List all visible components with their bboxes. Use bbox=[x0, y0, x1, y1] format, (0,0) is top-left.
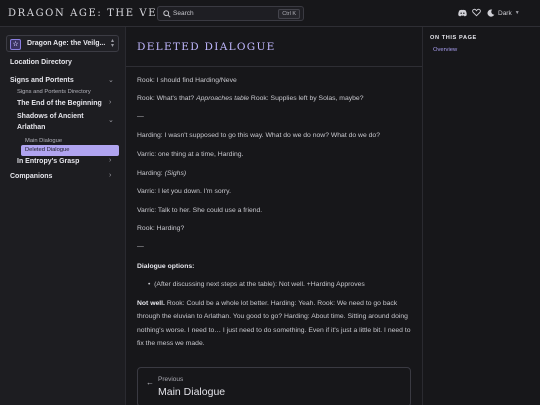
sidebar-item-main-dialogue[interactable]: Main Dialogue bbox=[25, 138, 62, 144]
site-selector-label: Dragon Age: the Veilg... bbox=[27, 40, 106, 47]
site-selector[interactable]: ✫ Dragon Age: the Veilg... ▴ ▾ bbox=[6, 35, 119, 52]
sidebar-item-shadows-of-ancient-arlathan[interactable]: Shadows of Ancient bbox=[17, 113, 84, 120]
chevron-right-icon[interactable]: › bbox=[109, 172, 111, 179]
theme-label: Dark bbox=[498, 9, 512, 17]
sidebar-item-end-of-the-beginning[interactable]: The End of the Beginning bbox=[17, 100, 102, 107]
chevron-down-icon[interactable]: ⌄ bbox=[108, 76, 114, 84]
search-shortcut: Ctrl K bbox=[278, 9, 300, 19]
search-placeholder: Search bbox=[173, 10, 194, 17]
dialogue-text: Rook: Could be a whole lot better. Hardi… bbox=[137, 300, 411, 347]
heading-text: Dialogue options: bbox=[137, 263, 195, 270]
sidebar-item-in-entropys-grasp[interactable]: In Entropy's Grasp bbox=[17, 158, 79, 165]
dialogue-line: Varric: I let you down. I'm sorry. bbox=[137, 188, 231, 195]
page-title: DELETED DIALOGUE bbox=[137, 41, 276, 53]
chevron-right-icon[interactable]: › bbox=[109, 157, 111, 164]
sidebar: ✫ Dragon Age: the Veilg... ▴ ▾ Location D… bbox=[0, 27, 126, 405]
dialogue-line: Varric: one thing at a time, Harding. bbox=[137, 151, 244, 158]
theme-selector[interactable]: Dark ▼ bbox=[487, 8, 520, 18]
dialogue-line: Rook: Harding? bbox=[137, 225, 185, 232]
chevron-down-icon: ▼ bbox=[514, 10, 520, 16]
dialogue-line: Harding: I wasn't supposed to go this wa… bbox=[137, 132, 380, 139]
sidebar-item-signs-and-portents-directory[interactable]: Signs and Portents Directory bbox=[17, 89, 91, 95]
search-icon bbox=[163, 10, 171, 18]
previous-title: Main Dialogue bbox=[158, 386, 226, 398]
search-box[interactable]: Search Ctrl K bbox=[157, 6, 304, 21]
table-of-contents: ON THIS PAGE Overview bbox=[422, 27, 540, 405]
previous-page-link[interactable]: ← Previous Main Dialogue bbox=[137, 367, 411, 405]
main-content: DELETED DIALOGUE Rook: I should find Har… bbox=[126, 27, 422, 405]
stage-direction: Approaches table bbox=[196, 95, 250, 102]
toc-heading: ON THIS PAGE bbox=[430, 35, 477, 41]
dialogue-paragraph: Not well. Rook: Could be a whole lot bet… bbox=[137, 297, 415, 350]
sidebar-item-signs-and-portents[interactable]: Signs and Portents bbox=[10, 77, 74, 84]
dialogue-line: Harding: (Sighs) bbox=[137, 170, 186, 177]
site-logo-icon: ✫ bbox=[10, 39, 21, 50]
sidebar-item-label: Deleted Dialogue bbox=[25, 147, 70, 153]
chevron-down-icon[interactable]: ⌄ bbox=[108, 116, 114, 124]
arrow-left-icon: ← bbox=[146, 378, 154, 387]
discord-icon[interactable] bbox=[458, 9, 467, 17]
divider bbox=[126, 66, 422, 67]
sidebar-item-companions[interactable]: Companions bbox=[10, 173, 52, 180]
sidebar-item-deleted-dialogue[interactable]: Deleted Dialogue bbox=[21, 145, 119, 156]
dialogue-text: Rook: What's that? bbox=[137, 95, 195, 102]
chevron-right-icon[interactable]: › bbox=[109, 99, 111, 106]
dialogue-text: Harding: bbox=[137, 170, 163, 177]
dialogue-line: Varric: Talk to her. She could use a fri… bbox=[137, 207, 263, 214]
dialogue-text: Rook: Supplies left by Solas, maybe? bbox=[250, 95, 364, 102]
dialogue-line: Rook: I should find Harding/Neve bbox=[137, 77, 237, 84]
stage-direction: (Sighs) bbox=[164, 170, 187, 177]
moon-icon bbox=[487, 9, 495, 17]
toc-link-overview[interactable]: Overview bbox=[433, 47, 457, 53]
top-bar: DRAGON AGE: THE VEILGUARD Search Ctrl K … bbox=[0, 0, 540, 27]
sidebar-item-shadows-of-ancient-arlathan-line2[interactable]: Arlathan bbox=[17, 124, 45, 131]
heart-icon[interactable] bbox=[472, 8, 481, 17]
sidebar-item-location-directory[interactable]: Location Directory bbox=[10, 59, 72, 66]
previous-label: Previous bbox=[158, 376, 184, 383]
option-label: Not well. bbox=[137, 300, 165, 307]
separator-dash: — bbox=[137, 243, 144, 250]
dialogue-line: Rook: What's that? Approaches table Rook… bbox=[137, 95, 364, 102]
dialogue-options-heading: Dialogue options: bbox=[137, 263, 194, 270]
separator-dash: — bbox=[137, 113, 144, 120]
list-item: • (After discussing next steps at the ta… bbox=[148, 281, 365, 288]
option-text: (After discussing next steps at the tabl… bbox=[154, 281, 365, 288]
up-down-chevron-icon: ▴ ▾ bbox=[110, 38, 114, 49]
